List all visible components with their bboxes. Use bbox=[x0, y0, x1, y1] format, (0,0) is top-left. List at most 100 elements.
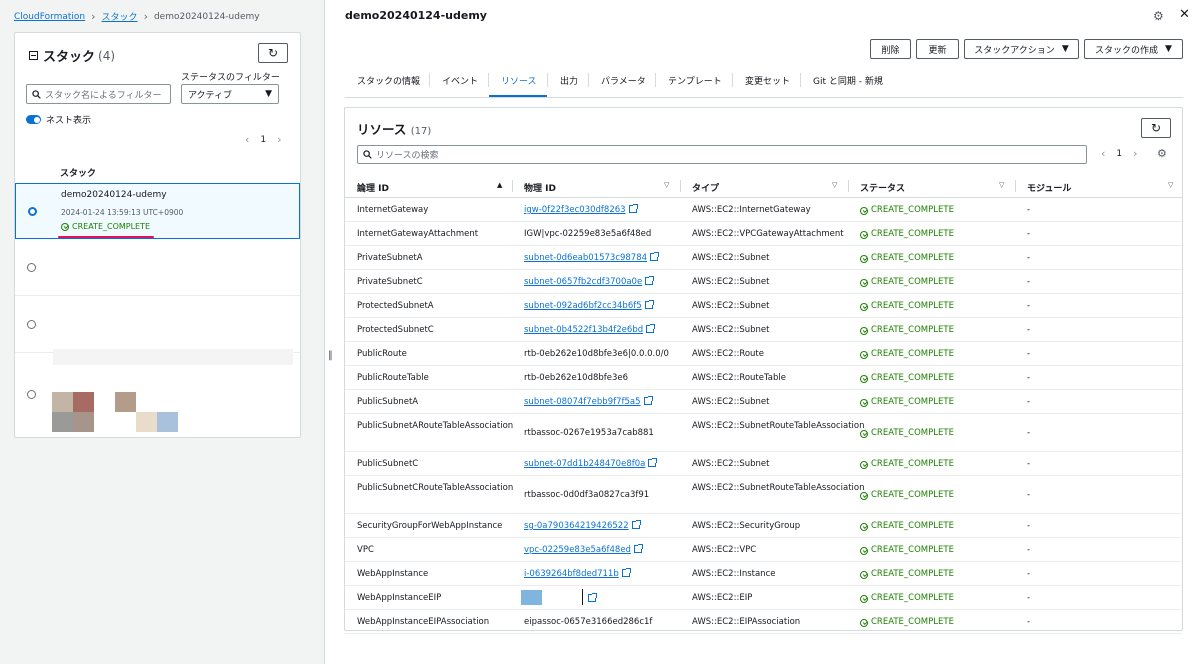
external-link-icon[interactable] bbox=[588, 593, 597, 602]
next-page-icon[interactable]: › bbox=[1133, 147, 1137, 160]
column-header-module[interactable]: モジュール bbox=[1027, 181, 1071, 194]
refresh-button[interactable]: ↻ bbox=[258, 43, 288, 63]
status-cell: CREATE_COMPLETE bbox=[860, 228, 954, 241]
sort-desc-icon[interactable]: ▽ bbox=[664, 181, 669, 189]
external-link-icon[interactable] bbox=[646, 324, 656, 333]
tab-change-sets[interactable]: 変更セット bbox=[745, 74, 790, 87]
nested-view-toggle[interactable]: ネスト表示 bbox=[26, 113, 91, 126]
column-header-physical-id[interactable]: 物理 ID bbox=[524, 181, 556, 194]
physical-id-link[interactable]: subnet-092ad6bf2cc34b6f5 bbox=[524, 300, 654, 313]
sort-asc-icon[interactable]: ▲ bbox=[497, 181, 502, 189]
collapse-icon[interactable] bbox=[29, 51, 38, 60]
tab-stack-info[interactable]: スタックの情報 bbox=[357, 74, 420, 87]
tab-divider bbox=[588, 73, 589, 87]
logical-id-cell: WebAppInstance bbox=[357, 569, 429, 579]
physical-id-cell[interactable]: i-0639264bf8ded711b bbox=[524, 569, 619, 579]
stack-actions-button[interactable]: スタックアクション ▼ bbox=[964, 39, 1079, 59]
tab-git-sync[interactable]: Git と同期 - 新規 bbox=[813, 74, 883, 87]
stack-radio[interactable] bbox=[27, 263, 36, 272]
check-circle-icon bbox=[860, 302, 868, 311]
physical-id-link[interactable]: subnet-0d6eab01573c98784 bbox=[524, 252, 660, 265]
status-filter-select[interactable]: アクティブ ▼ bbox=[181, 84, 279, 104]
resources-refresh-button[interactable]: ↻ bbox=[1141, 118, 1171, 138]
physical-id-cell[interactable]: igw-0f22f3ec030df8263 bbox=[524, 205, 626, 215]
delete-button[interactable]: 削除 bbox=[870, 39, 911, 59]
stack-row[interactable] bbox=[15, 240, 300, 296]
resource-search-input[interactable]: リソースの検索 bbox=[357, 145, 1087, 164]
tab-template[interactable]: テンプレート bbox=[668, 74, 722, 87]
external-link-icon[interactable] bbox=[644, 300, 654, 309]
external-link-icon[interactable] bbox=[628, 204, 638, 213]
physical-id-cell[interactable]: subnet-08074f7ebb9f7f5a5 bbox=[524, 397, 641, 407]
physical-id-cell[interactable]: subnet-07dd1b248470e8f0a bbox=[524, 459, 645, 469]
stack-row[interactable] bbox=[15, 297, 300, 365]
physical-id-cell: eipassoc-0657e3166ed286c1f bbox=[524, 617, 653, 627]
status-text: CREATE_COMPLETE bbox=[871, 428, 954, 438]
create-stack-button[interactable]: スタックの作成 ▼ bbox=[1084, 39, 1183, 59]
stack-name[interactable]: demo20240124-udemy bbox=[61, 190, 167, 200]
physical-id-cell[interactable]: subnet-0b4522f13b4f2e6bd bbox=[524, 325, 643, 335]
column-divider[interactable] bbox=[512, 180, 513, 192]
external-link-icon[interactable] bbox=[648, 458, 658, 467]
breadcrumb-cloudformation[interactable]: CloudFormation bbox=[14, 12, 85, 22]
tab-outputs[interactable]: 出力 bbox=[560, 74, 578, 87]
external-link-icon[interactable] bbox=[643, 396, 653, 405]
physical-id-link[interactable]: i-0639264bf8ded711b bbox=[524, 568, 631, 581]
external-link-icon[interactable] bbox=[621, 568, 631, 577]
resize-handle-icon[interactable]: || bbox=[328, 350, 333, 361]
stack-radio[interactable] bbox=[27, 390, 36, 399]
physical-id-cell[interactable]: subnet-092ad6bf2cc34b6f5 bbox=[524, 301, 642, 311]
tab-events[interactable]: イベント bbox=[442, 74, 478, 87]
close-icon[interactable]: ✕ bbox=[1179, 7, 1190, 22]
type-cell: AWS::EC2::InternetGateway bbox=[692, 205, 811, 215]
physical-id-link[interactable]: vpc-02259e83e5a6f48ed bbox=[524, 544, 643, 557]
external-link-icon[interactable] bbox=[650, 252, 660, 261]
table-row: PublicSubnetA subnet-08074f7ebb9f7f5a5 AWS… bbox=[345, 390, 1182, 414]
physical-id-cell[interactable]: subnet-0657fb2cdf3700a0e bbox=[524, 277, 642, 287]
stack-radio[interactable] bbox=[28, 207, 37, 216]
current-page[interactable]: 1 bbox=[260, 135, 266, 145]
physical-id-link[interactable]: subnet-0657fb2cdf3700a0e bbox=[524, 276, 655, 289]
physical-id-cell[interactable]: vpc-02259e83e5a6f48ed bbox=[524, 545, 631, 555]
module-cell: - bbox=[1027, 459, 1031, 469]
physical-id-cell[interactable]: sg-0a790364219426522 bbox=[524, 521, 629, 531]
tab-parameters[interactable]: パラメータ bbox=[601, 74, 646, 87]
stack-row-selected[interactable]: demo20240124-udemy 2024-01-24 13:59:13 U… bbox=[15, 183, 300, 239]
tab-resources[interactable]: リソース bbox=[501, 74, 537, 87]
column-header-type[interactable]: タイプ bbox=[692, 181, 719, 194]
gear-icon[interactable]: ⚙ bbox=[1153, 9, 1164, 23]
sort-desc-icon[interactable]: ▽ bbox=[1168, 181, 1173, 189]
physical-id-link[interactable]: subnet-08074f7ebb9f7f5a5 bbox=[524, 396, 653, 409]
column-divider[interactable] bbox=[680, 180, 681, 192]
column-divider[interactable] bbox=[1015, 180, 1016, 192]
column-header-status[interactable]: ステータス bbox=[860, 181, 905, 194]
external-link-icon[interactable] bbox=[645, 276, 655, 285]
gear-icon[interactable]: ⚙ bbox=[1157, 147, 1167, 160]
page-title: demo20240124-udemy bbox=[345, 9, 487, 22]
sort-desc-icon[interactable]: ▽ bbox=[999, 181, 1004, 189]
physical-id-link[interactable]: sg-0a790364219426522 bbox=[524, 520, 641, 533]
prev-page-icon[interactable]: ‹ bbox=[1101, 147, 1105, 160]
physical-id-link[interactable]: igw-0f22f3ec030df8263 bbox=[524, 204, 638, 217]
stack-row[interactable] bbox=[15, 354, 300, 437]
resources-current-page[interactable]: 1 bbox=[1116, 149, 1122, 159]
stack-search-input[interactable]: スタック名によるフィルター bbox=[26, 84, 171, 104]
physical-id-cell[interactable]: subnet-0d6eab01573c98784 bbox=[524, 253, 647, 263]
column-header-logical-id[interactable]: 論理 ID bbox=[357, 181, 389, 194]
prev-page-icon[interactable]: ‹ bbox=[245, 133, 249, 146]
toggle-icon[interactable] bbox=[26, 115, 41, 124]
check-circle-icon bbox=[860, 618, 868, 627]
sort-desc-icon[interactable]: ▽ bbox=[832, 181, 837, 189]
physical-id-link[interactable]: subnet-0b4522f13b4f2e6bd bbox=[524, 324, 656, 337]
highlight-underline bbox=[58, 236, 154, 238]
breadcrumb-stacks[interactable]: スタック bbox=[102, 10, 138, 23]
physical-id-link[interactable]: subnet-07dd1b248470e8f0a bbox=[524, 458, 658, 471]
column-divider[interactable] bbox=[848, 180, 849, 192]
external-link-icon[interactable] bbox=[633, 544, 643, 553]
stack-radio[interactable] bbox=[27, 320, 36, 329]
status-text: CREATE_COMPLETE bbox=[871, 325, 954, 335]
next-page-icon[interactable]: › bbox=[277, 133, 281, 146]
update-button[interactable]: 更新 bbox=[916, 39, 959, 59]
type-cell: AWS::EC2::Subnet bbox=[692, 253, 770, 263]
external-link-icon[interactable] bbox=[631, 520, 641, 529]
